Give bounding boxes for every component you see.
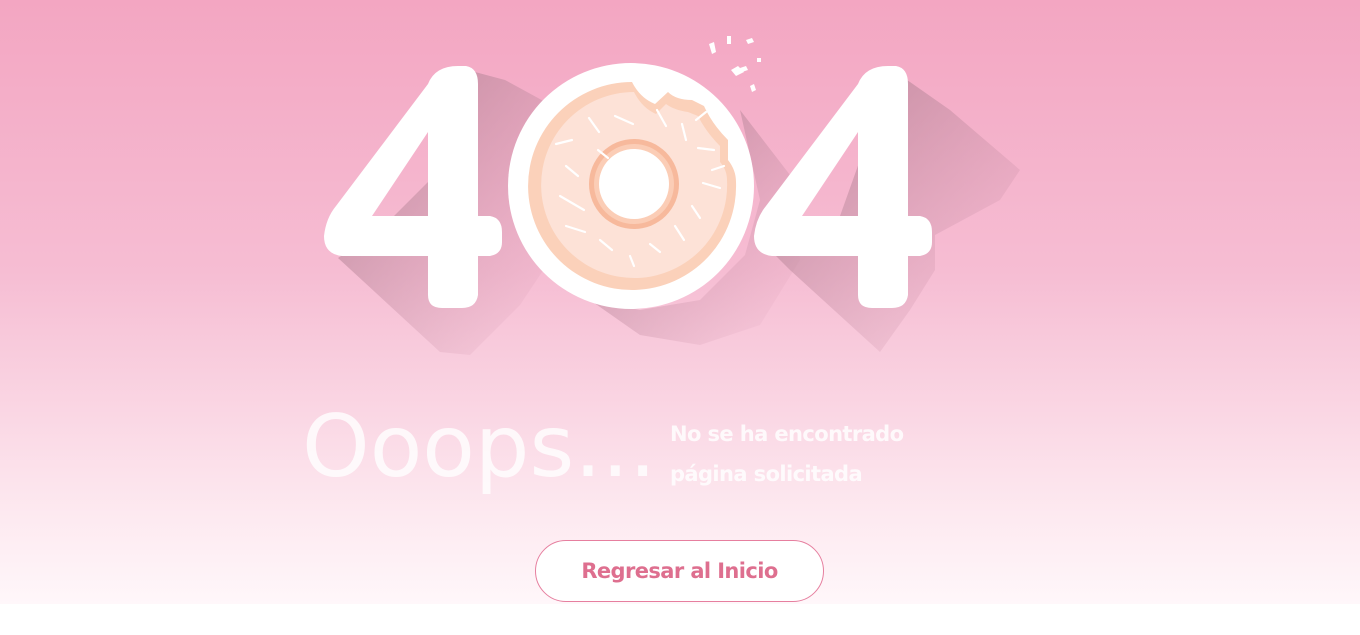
not-found-message: No se ha encontrado página solicitada [670, 422, 904, 486]
back-home-button[interactable]: Regresar al Inicio [535, 540, 824, 602]
headline-ooops: Ooops... [302, 397, 657, 497]
error-page-hero: Ooops... No se ha encontrado página soli… [0, 0, 1360, 604]
digit-zero-donut [508, 36, 761, 309]
crumbs-icon [709, 36, 761, 92]
donut-icon [528, 82, 737, 290]
error-404-illustration [324, 36, 1020, 355]
